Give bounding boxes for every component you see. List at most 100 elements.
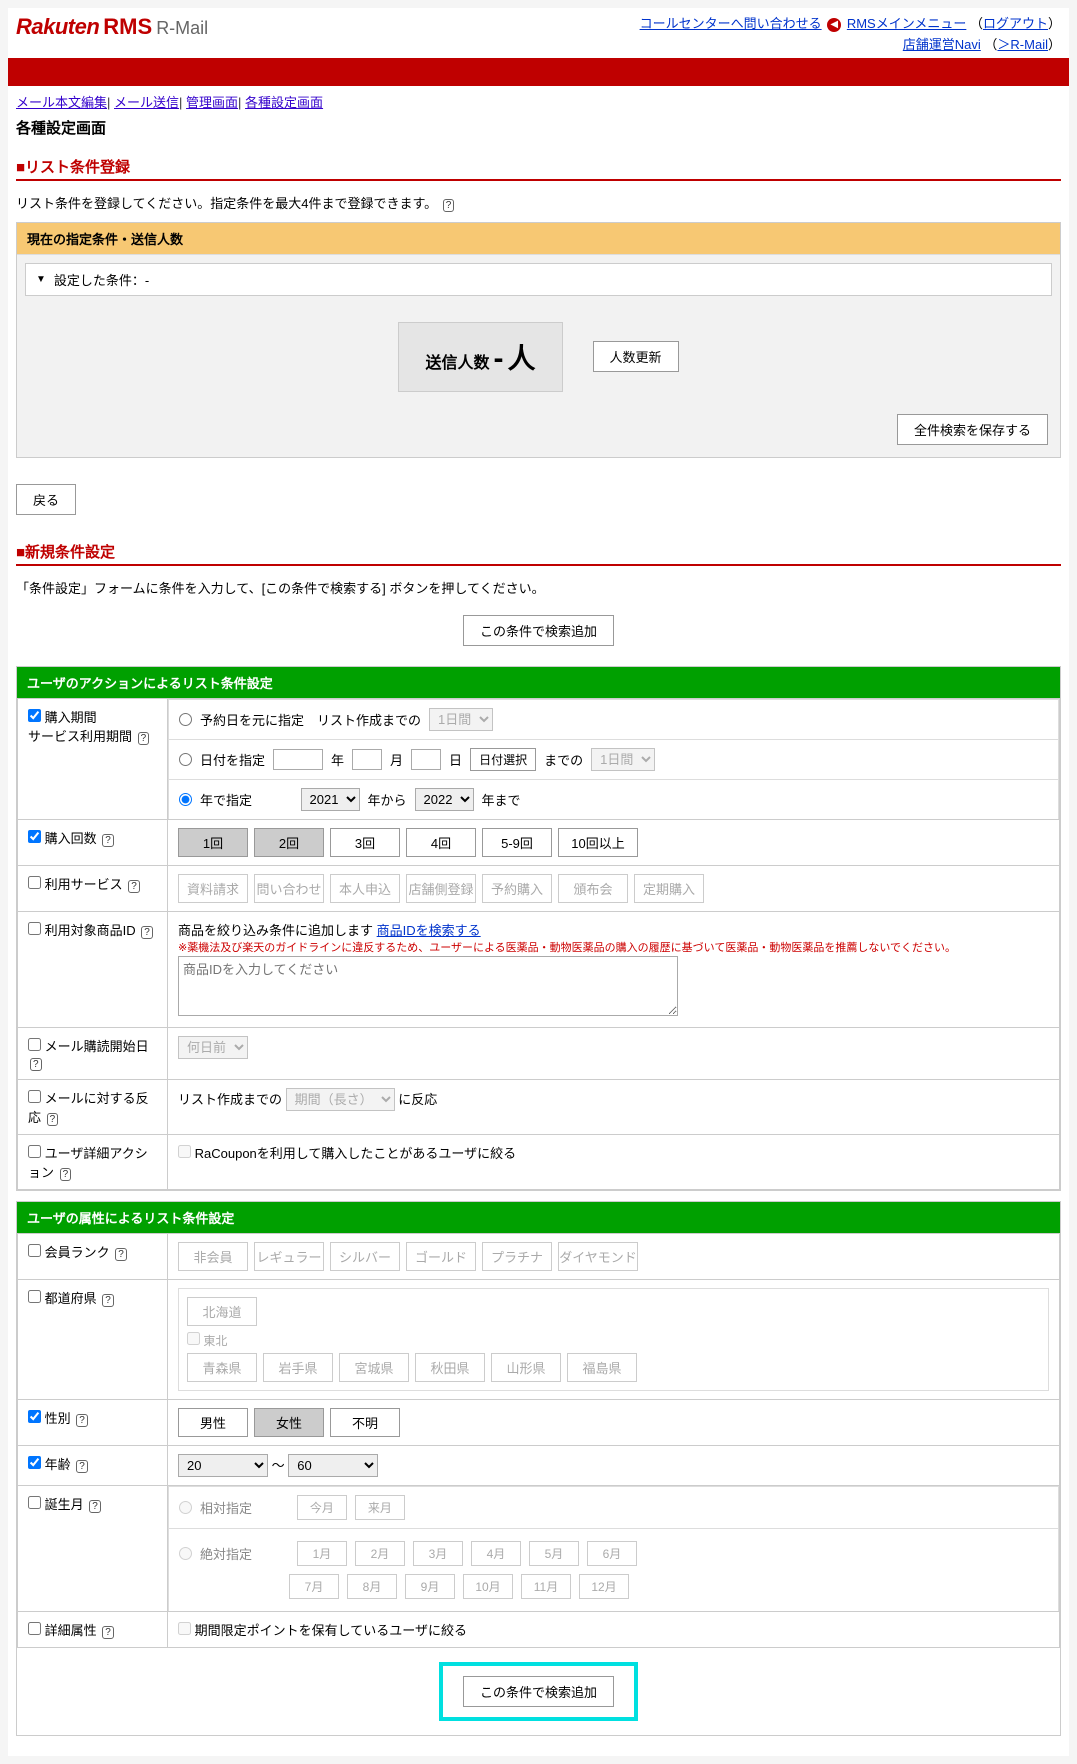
pref-5: 福島県	[567, 1353, 637, 1382]
date-picker-button[interactable]: 日付選択	[470, 748, 536, 771]
m8: 8月	[347, 1574, 397, 1599]
svc-3: 店舗側登録	[406, 874, 476, 903]
chk-mail-react[interactable]	[28, 1090, 41, 1103]
input-day[interactable]	[411, 749, 441, 770]
chk-gender[interactable]	[28, 1410, 41, 1423]
help-icon[interactable]: ?	[102, 834, 114, 847]
region-box: 北海道 東北 青森県 岩手県 宮城県 秋田県 山形県 福島県	[178, 1288, 1049, 1391]
help-icon[interactable]: ?	[89, 1500, 101, 1513]
lbl-mail-start: メール購読開始日	[45, 1039, 149, 1054]
cnt-4[interactable]: 4回	[406, 828, 476, 857]
count-label: 送信人数	[425, 349, 489, 373]
current-conditions-panel: 現在の指定条件・送信人数 ▼ 設定した条件：- 送信人数 - 人 人数更新 全件…	[16, 222, 1061, 458]
help-icon[interactable]: ?	[141, 926, 153, 939]
chk-purchase-period[interactable]	[28, 709, 41, 722]
search-add-button-bottom[interactable]: この条件で検索追加	[463, 1676, 614, 1707]
cnt-2[interactable]: 2回	[254, 828, 324, 857]
radio-reserve-date[interactable]	[179, 713, 192, 726]
rank-5: ダイヤモンド	[558, 1242, 638, 1271]
back-button[interactable]: 戻る	[16, 484, 76, 515]
count-area: 送信人数 - 人 人数更新	[17, 304, 1060, 414]
search-add-button-top[interactable]: この条件で検索追加	[463, 615, 614, 646]
chk-age[interactable]	[28, 1456, 41, 1469]
m3: 3月	[413, 1541, 463, 1566]
cnt-5[interactable]: 5-9回	[482, 828, 552, 857]
cnt-3[interactable]: 3回	[330, 828, 400, 857]
section-new-desc: 「条件設定」フォームに条件を入力して、[この条件で検索する] ボタンを押してくだ…	[16, 574, 1061, 607]
bc-mail-send[interactable]: メール送信	[114, 95, 179, 110]
m7: 7月	[289, 1574, 339, 1599]
help-icon[interactable]: ?	[115, 1248, 127, 1261]
help-icon[interactable]: ?	[60, 1168, 72, 1181]
link-rmail[interactable]: ＞R-Mail	[997, 37, 1048, 52]
help-icon[interactable]: ?	[30, 1058, 42, 1071]
logo-sub: R-Mail	[156, 18, 208, 39]
chk-product-id[interactable]	[28, 922, 41, 935]
bc-settings[interactable]: 各種設定画面	[245, 95, 323, 110]
link-callcenter[interactable]: コールセンターへ問い合わせる	[640, 16, 822, 31]
help-icon[interactable]: ?	[76, 1414, 88, 1427]
sel-year-to[interactable]: 2022	[415, 788, 474, 811]
btn-this-month: 今月	[297, 1495, 347, 1520]
bc-mail-edit[interactable]: メール本文編集	[16, 95, 107, 110]
help-icon[interactable]: ?	[443, 199, 455, 212]
chk-birth[interactable]	[28, 1496, 41, 1509]
save-all-button[interactable]: 全件検索を保存する	[897, 414, 1048, 445]
triangle-icon: ▼	[36, 274, 46, 285]
sel-year-from[interactable]: 2021	[301, 788, 360, 811]
rank-group: 非会員 レギュラー シルバー ゴールド プラチナ ダイヤモンド	[178, 1242, 1049, 1271]
chk-user-detail-action[interactable]	[28, 1145, 41, 1158]
radio-birth-rel	[179, 1501, 192, 1514]
input-year[interactable]	[273, 749, 323, 770]
input-product-id[interactable]	[178, 956, 678, 1016]
chk-purchase-count[interactable]	[28, 830, 41, 843]
pref-3: 秋田県	[415, 1353, 485, 1382]
cnt-10[interactable]: 10回以上	[558, 828, 638, 857]
svc-0: 資料請求	[178, 874, 248, 903]
cnt-1[interactable]: 1回	[178, 828, 248, 857]
chk-service[interactable]	[28, 876, 41, 889]
input-month[interactable]	[352, 749, 382, 770]
link-logout[interactable]: ログアウト	[983, 16, 1048, 31]
attr-form-panel: ユーザの属性によるリスト条件設定 会員ランク ? 非会員 レギュラー シルバー …	[16, 1201, 1061, 1736]
svc-6: 定期購入	[634, 874, 704, 903]
section-register-desc: リスト条件を登録してください。指定条件を最大4件まで登録できます。 ?	[16, 189, 1061, 222]
chk-pref[interactable]	[28, 1290, 41, 1303]
bc-admin[interactable]: 管理画面	[186, 95, 238, 110]
update-count-button[interactable]: 人数更新	[593, 341, 679, 372]
help-icon[interactable]: ?	[47, 1113, 59, 1126]
link-rms-menu[interactable]: RMSメインメニュー	[847, 16, 967, 31]
pref-4: 山形県	[491, 1353, 561, 1382]
rank-0: 非会員	[178, 1242, 248, 1271]
chk-detail-attr[interactable]	[28, 1622, 41, 1635]
svc-1: 問い合わせ	[254, 874, 324, 903]
chk-mail-start[interactable]	[28, 1038, 41, 1051]
m2: 2月	[355, 1541, 405, 1566]
chk-rank[interactable]	[28, 1244, 41, 1257]
m10: 10月	[463, 1574, 513, 1599]
radio-year-spec[interactable]	[179, 793, 192, 806]
prod-note: ※薬機法及び楽天のガイドラインに違反するため、ユーザーによる医薬品・動物医薬品の…	[178, 942, 956, 954]
help-icon[interactable]: ?	[76, 1460, 88, 1473]
help-icon[interactable]: ?	[102, 1626, 114, 1639]
lbl-product-id: 利用対象商品ID	[45, 923, 136, 938]
gender-u[interactable]: 不明	[330, 1408, 400, 1437]
red-bar	[8, 58, 1069, 86]
radio-date-spec[interactable]	[179, 753, 192, 766]
sel-age-to[interactable]: 60	[288, 1454, 378, 1477]
logo-rakuten: Rakuten	[16, 14, 99, 40]
link-shop-navi[interactable]: 店舗運営Navi	[903, 37, 981, 52]
logo: Rakuten RMS R-Mail	[16, 14, 208, 40]
lbl-gender: 性別	[45, 1411, 71, 1426]
help-icon[interactable]: ?	[138, 732, 150, 745]
pref-0: 青森県	[187, 1353, 257, 1382]
help-icon[interactable]: ?	[128, 880, 140, 893]
help-icon[interactable]: ?	[102, 1294, 114, 1307]
sel-age-from[interactable]: 20	[178, 1454, 268, 1477]
gender-m[interactable]: 男性	[178, 1408, 248, 1437]
breadcrumb: メール本文編集| メール送信| 管理画面| 各種設定画面	[8, 86, 1069, 117]
gender-f[interactable]: 女性	[254, 1408, 324, 1437]
link-search-product[interactable]: 商品IDを検索する	[377, 923, 481, 938]
lbl-reserve: 予約日を元に指定 リスト作成までの	[200, 710, 421, 729]
condition-row[interactable]: ▼ 設定した条件：-	[25, 263, 1052, 296]
